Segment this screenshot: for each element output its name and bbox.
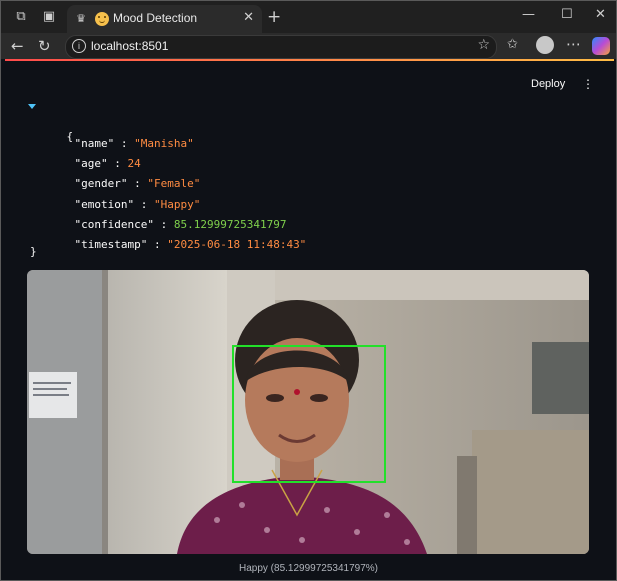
minimize-icon[interactable]: —: [522, 7, 535, 22]
json-field-timestamp: "timestamp" : "2025-06-18 11:48:43": [74, 238, 307, 251]
favorites-icon[interactable]: ✩: [507, 37, 518, 52]
copilot-icon[interactable]: [592, 37, 610, 55]
json-close-brace: }: [30, 245, 37, 258]
title-bar: ⧉ ▣ ♛ Mood Detection ✕ + — ☐ ✕: [1, 1, 616, 33]
tab-actions-icon[interactable]: ▣: [41, 9, 57, 25]
address-bar[interactable]: i localhost:8501 ☆: [65, 35, 497, 59]
url-text: localhost:8501: [91, 39, 169, 53]
site-info-icon[interactable]: i: [72, 39, 86, 53]
refresh-icon[interactable]: ↻: [38, 37, 51, 55]
streamlit-crown-icon: ♛: [76, 12, 86, 25]
deploy-button[interactable]: Deploy: [531, 78, 565, 90]
collapse-caret-icon[interactable]: [28, 104, 36, 109]
profile-avatar[interactable]: [536, 36, 554, 54]
close-window-icon[interactable]: ✕: [595, 7, 606, 22]
main-menu-icon[interactable]: ⋮: [582, 77, 594, 91]
new-tab-icon[interactable]: +: [267, 7, 281, 27]
workspaces-icon[interactable]: ⧉: [13, 9, 29, 25]
tab-mood-detection[interactable]: ♛ Mood Detection ✕: [67, 5, 262, 33]
smiley-favicon-icon: [95, 12, 109, 26]
app-header-accent: [5, 59, 614, 61]
maximize-icon[interactable]: ☐: [561, 7, 573, 22]
tab-title: Mood Detection: [113, 11, 198, 25]
image-caption: Happy (85.12999725341797%): [239, 563, 378, 574]
favorite-star-icon[interactable]: ☆: [477, 37, 490, 53]
navigation-bar: ← ↻ i localhost:8501 ☆ ✩ ⋯: [1, 33, 616, 59]
face-bounding-box: [232, 345, 386, 483]
more-menu-icon[interactable]: ⋯: [566, 35, 581, 53]
close-tab-icon[interactable]: ✕: [243, 10, 254, 25]
back-icon[interactable]: ←: [11, 37, 24, 55]
